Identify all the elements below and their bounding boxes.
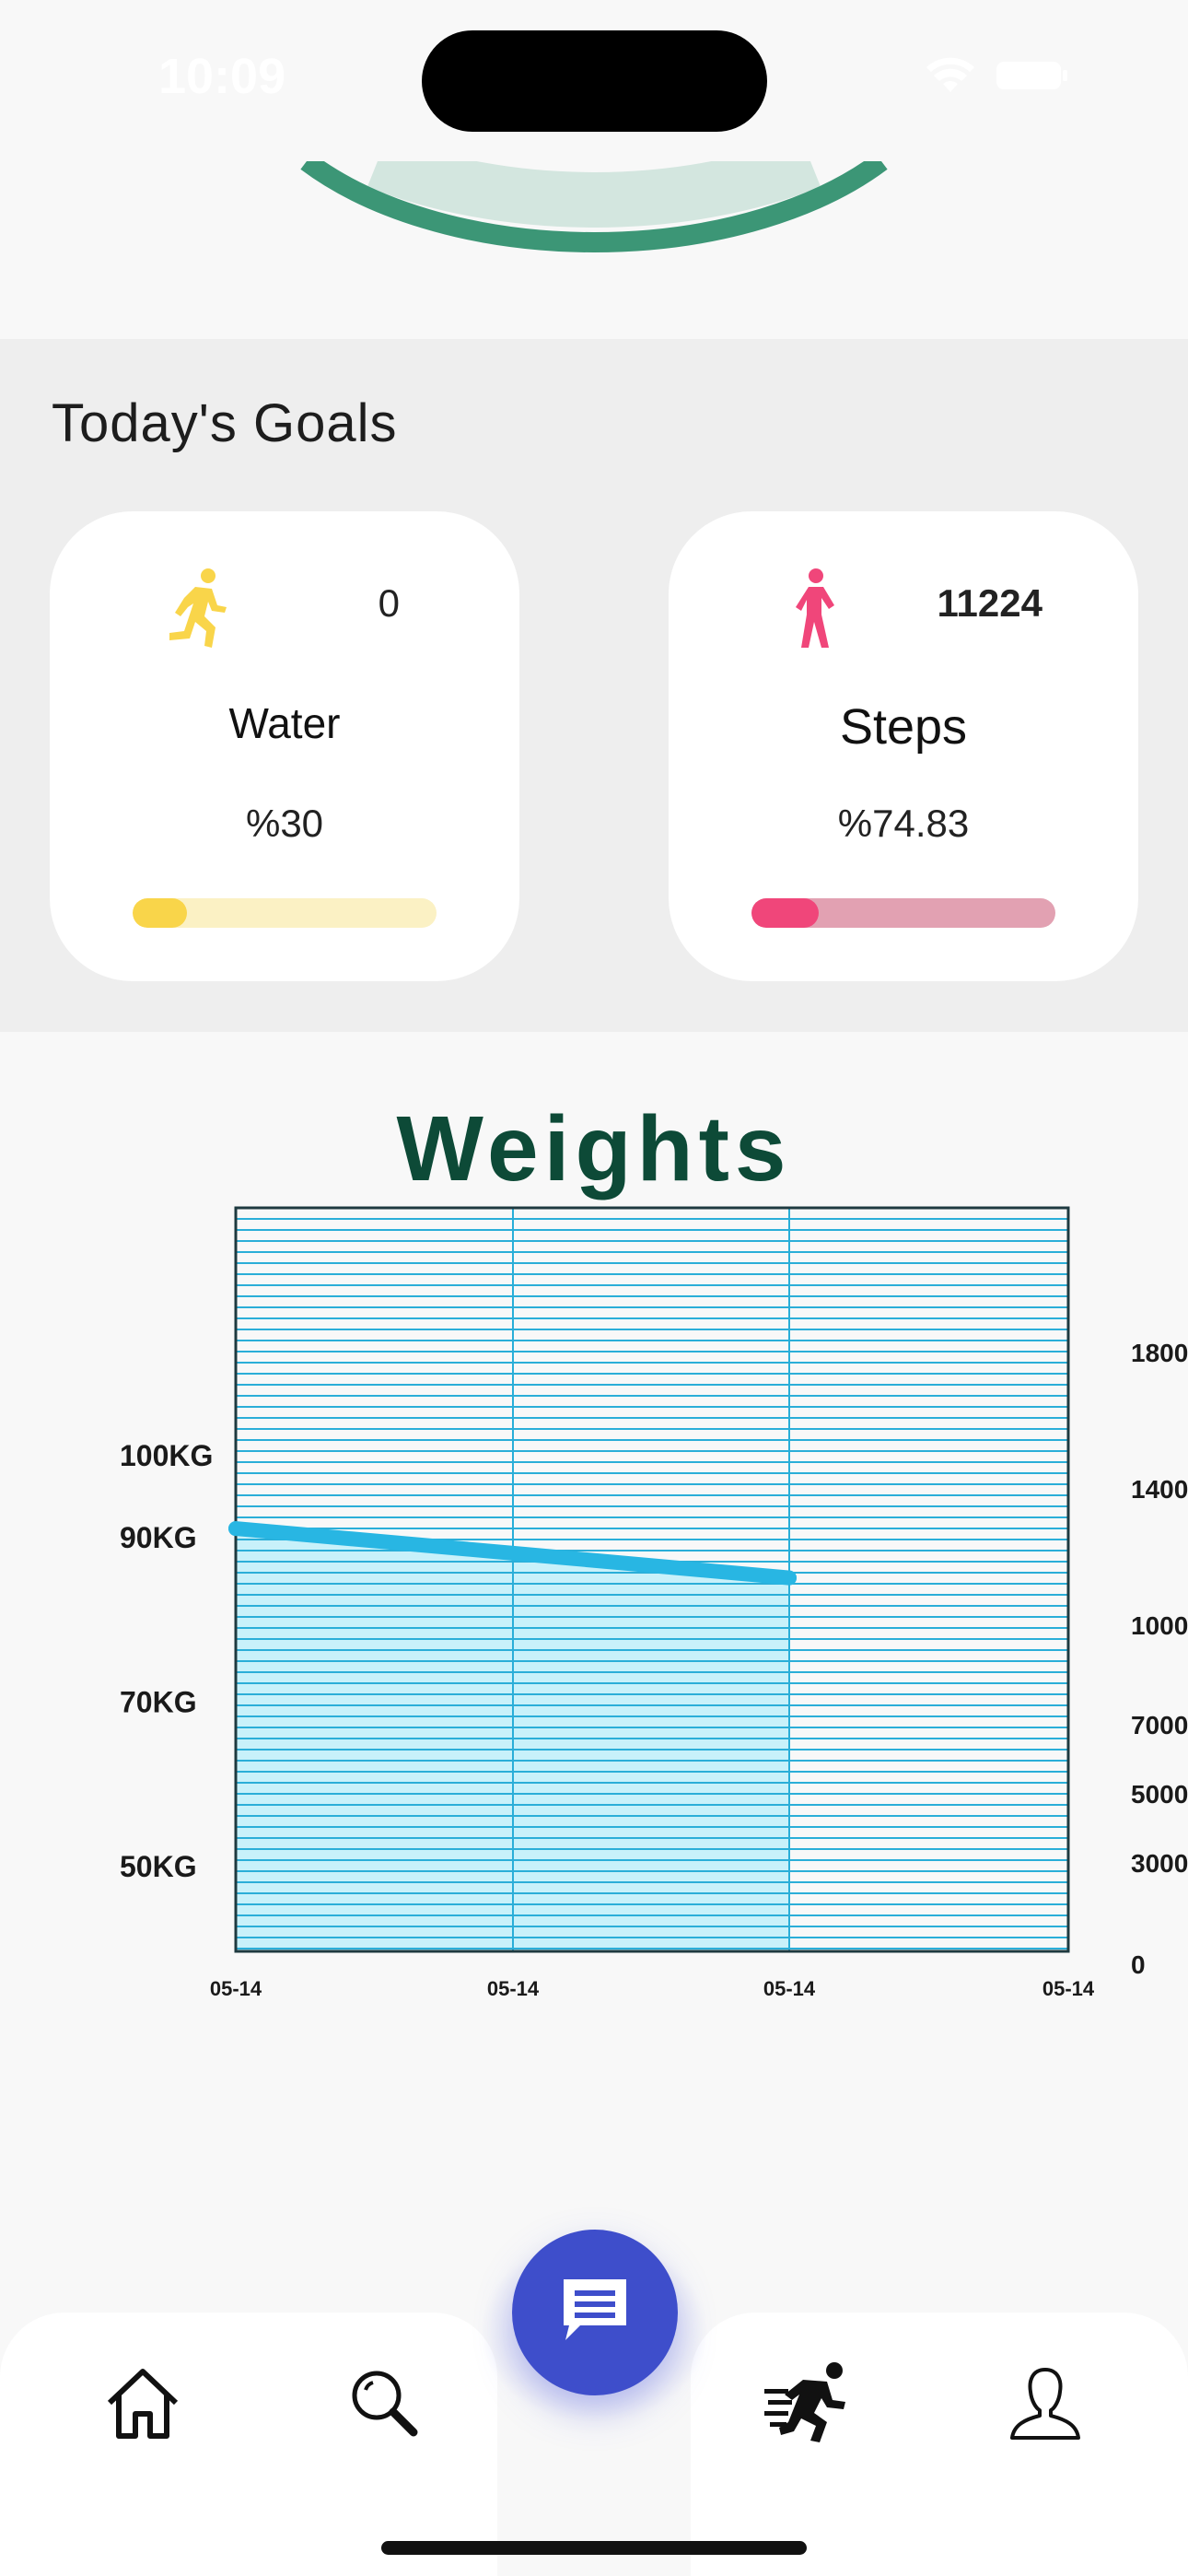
y-tick-label-right: 7000 [1131, 1711, 1188, 1739]
nav-home-button[interactable] [101, 2363, 184, 2446]
x-tick-label: 05-14 [487, 1977, 540, 2000]
battery-icon [996, 60, 1068, 91]
workout-icon [763, 2361, 851, 2449]
nav-workout-button[interactable] [761, 2361, 853, 2449]
status-time: 10:09 [158, 49, 286, 104]
y-tick-label-left: 70KG [120, 1686, 197, 1719]
dynamic-island [422, 30, 767, 132]
water-label: Water [228, 699, 341, 747]
walking-person-icon [786, 568, 849, 648]
steps-value: 11224 [937, 581, 1042, 625]
progress-gauge [300, 161, 888, 252]
search-icon [347, 2366, 421, 2444]
running-person-icon [168, 568, 230, 648]
water-goal-card[interactable]: 0 Water %30 [50, 511, 519, 981]
wifi-icon [925, 57, 976, 94]
y-tick-label-right: 5000 [1131, 1780, 1188, 1809]
water-progress-bar [133, 898, 437, 928]
nav-profile-button[interactable] [1004, 2363, 1087, 2446]
home-icon [104, 2366, 181, 2444]
y-tick-label-right: 3000 [1131, 1849, 1188, 1878]
goals-title: Today's Goals [52, 393, 398, 453]
nav-search-button[interactable] [343, 2363, 425, 2446]
chat-button[interactable] [512, 2230, 678, 2395]
y-tick-label-left: 100KG [120, 1439, 213, 1472]
y-tick-label-left: 90KG [120, 1521, 197, 1554]
steps-percent: %74.83 [837, 802, 970, 845]
x-tick-label: 05-14 [763, 1977, 816, 2000]
home-indicator [381, 2541, 807, 2555]
x-tick-label: 05-14 [210, 1977, 262, 2000]
steps-progress-bar [751, 898, 1055, 928]
y-tick-label-right: 1000 [1131, 1611, 1188, 1640]
y-tick-label-right: 0 [1131, 1950, 1146, 1979]
y-tick-label-right: 1400 [1131, 1475, 1188, 1504]
goals-section: Today's Goals 0 Water %30 11224 Steps %7… [0, 339, 1188, 1032]
weights-chart: 100KG 90KG 70KG 50KG 1800 1400 1000 7000 5000 300… [120, 1206, 1188, 2000]
profile-icon [1007, 2364, 1084, 2446]
water-percent: %30 [245, 802, 324, 845]
steps-label: Steps [839, 699, 968, 755]
y-tick-label-left: 50KG [120, 1850, 197, 1883]
data-point [228, 1521, 243, 1537]
steps-goal-card[interactable]: 11224 Steps %74.83 [669, 511, 1138, 981]
status-icons [925, 57, 1068, 94]
water-progress-fill [133, 898, 188, 928]
x-tick-label: 05-14 [1042, 1977, 1095, 2000]
chart-title: Weights [396, 1097, 792, 1200]
water-value: 0 [378, 581, 400, 625]
data-point [782, 1570, 797, 1586]
chat-icon [558, 2274, 632, 2352]
steps-progress-fill [751, 898, 819, 928]
y-tick-label-right: 1800 [1131, 1339, 1188, 1367]
data-point [506, 1545, 520, 1561]
